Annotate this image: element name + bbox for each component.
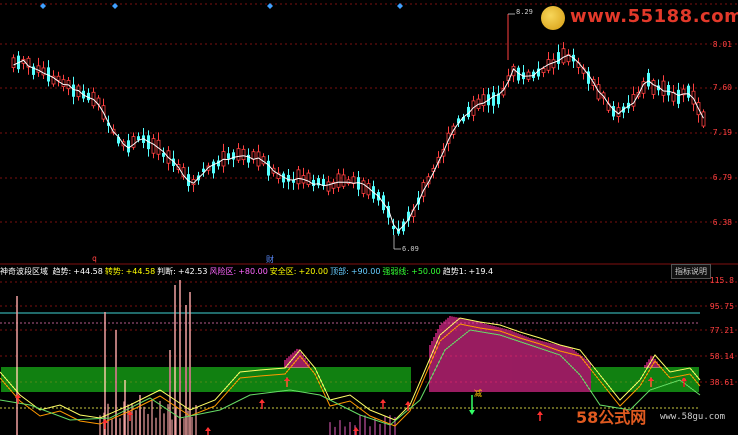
indicator-tick: 58.14 (709, 352, 734, 361)
low-price-label: 6.09 (402, 245, 419, 253)
marker-finance: 财 (266, 255, 274, 264)
top-marker-icon (397, 3, 403, 9)
candle-body (361, 180, 366, 194)
candle-body (232, 152, 235, 160)
buy-signal-arrow (648, 377, 654, 387)
candle-body (557, 52, 560, 64)
candle-body (561, 48, 566, 64)
candle-body (241, 148, 246, 161)
candlestick-series (11, 13, 706, 250)
candle-body (287, 174, 290, 182)
formula-label: 顶部: (330, 267, 349, 276)
price-tick: 6.38 (712, 218, 732, 227)
candle-body (267, 160, 270, 176)
candle-body (492, 92, 495, 106)
candle-body (236, 148, 241, 161)
formula-value: +50.00 (411, 267, 441, 276)
candle-body (701, 111, 706, 127)
formula-label: 趋势1: (442, 267, 467, 276)
top-marker-icon (112, 3, 118, 9)
formula-label: 转势: (104, 267, 124, 276)
indicator-tick: 115.8 (709, 276, 734, 285)
candle-body (151, 138, 156, 154)
candle-body (306, 172, 311, 185)
formula-name: 神奇波段区域 (0, 267, 48, 276)
candle-body (616, 107, 621, 117)
formula-label: 趋势: (52, 267, 72, 276)
candle-body (346, 179, 351, 184)
marker-reduce: 减 (474, 389, 482, 398)
candle-body (336, 173, 341, 188)
formula-label: 判断: (157, 267, 176, 276)
formula-value: +80.00 (238, 267, 268, 276)
indicator-help-button[interactable]: 指标说明 (671, 264, 711, 279)
candle-body (227, 153, 230, 159)
candle-body (647, 72, 650, 87)
candle-body (341, 174, 346, 187)
candle-body (312, 179, 315, 187)
formula-value: +42.53 (177, 267, 208, 276)
indicator-tick: 38.61 (709, 378, 734, 387)
candle-body (612, 106, 615, 117)
formula-value: +19.4 (468, 267, 494, 276)
candle-body (61, 79, 66, 87)
buy-signal-arrow (353, 427, 359, 435)
formula-value: +20.00 (298, 267, 329, 276)
candle-body (326, 181, 331, 192)
candle-body (212, 161, 215, 174)
candle-body (677, 89, 680, 104)
candle-body (651, 80, 656, 95)
candle-body (56, 75, 61, 81)
site-logo-icon (541, 6, 565, 30)
formula-label: 风险区: (209, 267, 237, 276)
high-price-label: 8.29 (516, 8, 533, 16)
candle-body (72, 84, 75, 97)
top-marker-icon (267, 3, 273, 9)
price-tick: 8.01 (712, 40, 732, 49)
formula-value: +90.00 (350, 267, 381, 276)
candle-body (551, 59, 556, 69)
watermark-url: www.58gu.com (660, 412, 726, 422)
indicator-tick: 95.75 (709, 302, 734, 311)
buy-signal-arrow (537, 411, 543, 421)
candle-body (481, 94, 486, 106)
formula-value: +44.58 (125, 267, 156, 276)
indicator-tick: 77.21 (709, 326, 734, 335)
buy-signal-arrow (205, 427, 211, 435)
price-tick: 7.19 (712, 128, 732, 137)
watermark-top: www.55188.com (570, 6, 738, 27)
formula-value: +44.58 (73, 267, 103, 276)
chart-canvas[interactable] (0, 0, 738, 435)
candle-body (661, 80, 666, 96)
candle-body (11, 57, 16, 68)
candle-body (247, 154, 250, 163)
formula-bar: 神奇波段区域 趋势: +44.58 转势: +44.58 判断: +42.53 风险区: +8… (0, 266, 497, 278)
watermark-brand: 58公式网 (576, 408, 647, 427)
price-tick: 7.60 (712, 83, 732, 92)
candle-body (127, 140, 130, 153)
price-tick: 6.79 (712, 173, 732, 182)
formula-label: 安全区: (269, 267, 297, 276)
buy-signal-arrow (284, 377, 290, 387)
candle-body (541, 68, 546, 74)
formula-label: 强弱线: (382, 267, 410, 276)
marker-q: q (92, 254, 97, 263)
candle-body (687, 85, 690, 98)
candle-body (296, 169, 301, 185)
candle-body (251, 151, 256, 160)
candle-body (667, 85, 670, 96)
